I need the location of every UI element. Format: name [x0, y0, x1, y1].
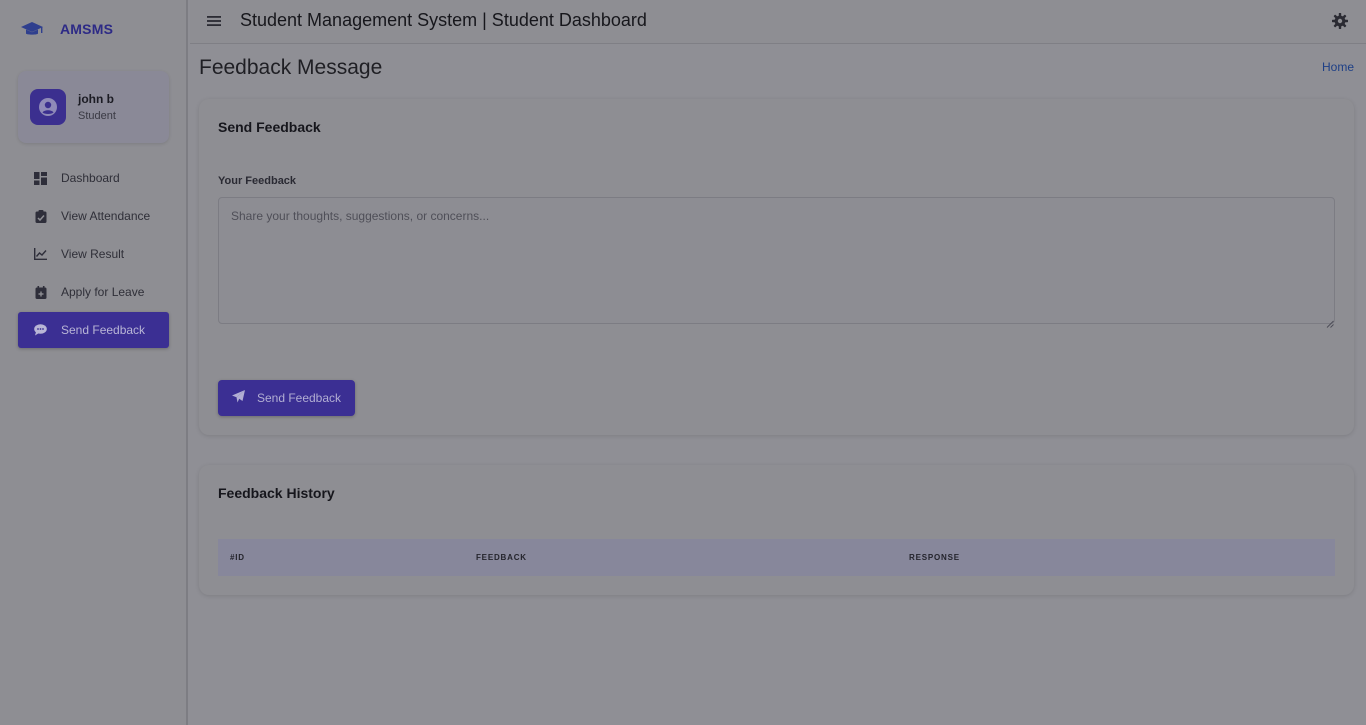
sidebar-item-label: Dashboard: [61, 171, 120, 185]
gear-icon[interactable]: [1332, 13, 1348, 29]
dashboard-icon: [34, 171, 47, 185]
page-title: Feedback Message: [199, 56, 383, 79]
calendar-plus-icon: [34, 285, 47, 299]
paper-plane-icon: [231, 390, 245, 406]
user-card[interactable]: john b Student: [18, 71, 169, 143]
send-feedback-button-label: Send Feedback: [256, 391, 342, 405]
sidebar-item-send-feedback[interactable]: Send Feedback: [18, 312, 169, 348]
sidebar-item-view-result[interactable]: View Result: [18, 236, 169, 272]
column-header-id[interactable]: #ID: [230, 553, 245, 562]
graduation-cap-icon: [20, 19, 46, 39]
card-title: Send Feedback: [218, 119, 321, 135]
send-feedback-card: Send Feedback Your Feedback Send Feedbac…: [199, 99, 1354, 435]
user-info: john b Student: [78, 92, 116, 122]
breadcrumb-home-link[interactable]: Home: [1322, 60, 1354, 74]
sidebar-item-dashboard[interactable]: Dashboard: [18, 160, 169, 196]
brand[interactable]: AMSMS: [20, 17, 113, 41]
clipboard-check-icon: [34, 209, 47, 223]
send-feedback-button[interactable]: Send Feedback: [218, 380, 355, 416]
hamburger-menu-icon[interactable]: [207, 14, 221, 28]
app-title: Student Management System | Student Dash…: [240, 10, 647, 30]
column-header-response[interactable]: RESPONSE: [909, 553, 960, 562]
sidebar-nav: Dashboard View Attendance View Result Ap…: [18, 160, 169, 350]
sidebar-item-label: View Result: [61, 247, 125, 261]
feedback-history-card: Feedback History #ID FEEDBACK RESPONSE: [199, 465, 1354, 595]
sidebar-item-label: Apply for Leave: [61, 285, 145, 299]
chart-line-icon: [34, 248, 47, 261]
sidebar: AMSMS john b Student Dashboard View Atte…: [0, 0, 188, 725]
sidebar-item-label: View Attendance: [61, 209, 151, 223]
sidebar-item-apply-leave[interactable]: Apply for Leave: [18, 274, 169, 310]
brand-name: AMSMS: [60, 21, 114, 37]
user-name: john b: [78, 92, 114, 106]
avatar: [30, 89, 66, 125]
user-role: Student: [78, 110, 116, 122]
column-header-feedback[interactable]: FEEDBACK: [476, 553, 527, 562]
top-bar: Student Management System | Student Dash…: [190, 0, 1366, 44]
sidebar-item-label: Send Feedback: [61, 323, 146, 337]
feedback-textarea[interactable]: [218, 197, 1335, 324]
feedback-label: Your Feedback: [218, 175, 297, 187]
sidebar-item-view-attendance[interactable]: View Attendance: [18, 198, 169, 234]
card-title: Feedback History: [218, 485, 335, 501]
comment-icon: [34, 324, 47, 337]
user-circle-icon: [39, 98, 57, 116]
feedback-history-table-header: #ID FEEDBACK RESPONSE: [218, 539, 1335, 576]
resize-grip-icon[interactable]: [1326, 315, 1334, 328]
